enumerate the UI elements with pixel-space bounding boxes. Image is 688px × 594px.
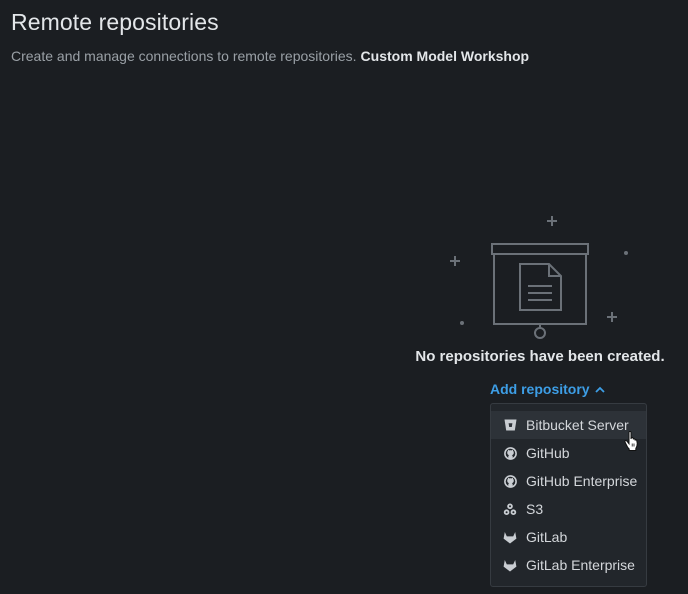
sparkle-dot-icon <box>460 321 464 325</box>
add-repository-button[interactable]: Add repository <box>490 381 605 397</box>
chevron-up-icon <box>594 386 605 393</box>
page-subtitle: Create and manage connections to remote … <box>11 48 529 64</box>
gitlab-icon <box>503 530 517 544</box>
gitlab-icon <box>503 558 517 572</box>
page-title: Remote repositories <box>11 9 219 35</box>
empty-state-message: No repositories have been created. <box>415 348 665 365</box>
menu-item-gitlab-enterprise[interactable]: GitLab Enterprise <box>491 551 646 579</box>
menu-item-bitbucket-server[interactable]: Bitbucket Server <box>491 411 646 439</box>
menu-item-gitlab[interactable]: GitLab <box>491 523 646 551</box>
add-repository-label: Add repository <box>490 381 590 397</box>
menu-item-label: GitHub <box>526 445 570 461</box>
github-icon <box>503 474 517 488</box>
menu-item-label: S3 <box>526 501 544 517</box>
sparkle-plus-icon <box>547 216 557 226</box>
menu-item-label: GitLab <box>526 529 568 545</box>
menu-item-s3[interactable]: S3 <box>491 495 646 523</box>
menu-item-label: Bitbucket Server <box>526 417 629 433</box>
subtitle-emphasis: Custom Model Workshop <box>360 48 530 64</box>
menu-item-github[interactable]: GitHub <box>491 439 646 467</box>
sparkle-plus-icon <box>607 312 617 322</box>
menu-item-label: GitHub Enterprise <box>526 473 638 489</box>
bitbucket-icon <box>503 418 517 432</box>
menu-item-github-enterprise[interactable]: GitHub Enterprise <box>491 467 646 495</box>
sparkle-plus-icon <box>450 256 460 266</box>
menu-item-label: GitLab Enterprise <box>526 557 635 573</box>
presentation-board-document-icon <box>450 216 628 339</box>
remote-repositories-page: Remote repositories Create and manage co… <box>0 0 688 594</box>
s3-icon <box>503 502 517 516</box>
github-icon <box>503 446 517 460</box>
add-repository-menu: Bitbucket Server GitHub GitHub Enterpris… <box>490 403 647 587</box>
sparkle-dot-icon <box>624 251 628 255</box>
subtitle-text: Create and manage connections to remote … <box>11 48 357 64</box>
